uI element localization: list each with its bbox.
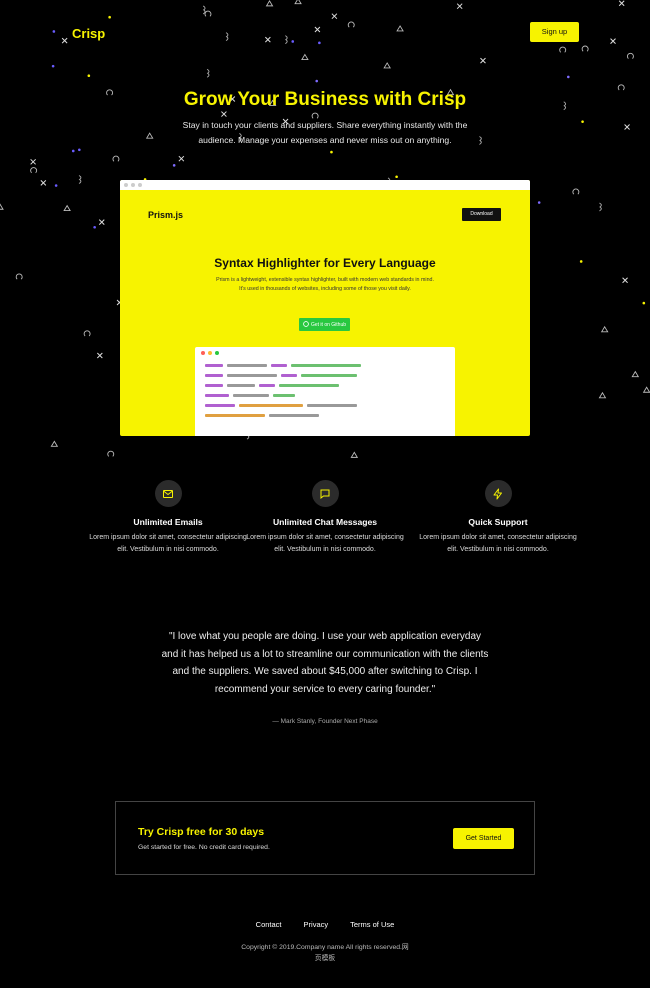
footer-link-terms[interactable]: Terms of Use bbox=[350, 920, 394, 929]
code-window-dots bbox=[195, 347, 455, 359]
feature-unlimited-emails: Unlimited Emails Lorem ipsum dolor sit a… bbox=[83, 480, 253, 556]
feature-text: Lorem ipsum dolor sit amet, consectetur … bbox=[246, 534, 404, 553]
browser-dot bbox=[138, 183, 142, 187]
get-started-button[interactable]: Get Started bbox=[453, 828, 514, 849]
feature-unlimited-chat: Unlimited Chat Messages Lorem ipsum dolo… bbox=[240, 480, 410, 556]
feature-text: Lorem ipsum dolor sit amet, consectetur … bbox=[89, 534, 247, 553]
cta-subtitle: Get started for free. No credit card req… bbox=[138, 844, 270, 851]
landing-page: Crisp Sign up Grow Your Business with Cr… bbox=[0, 0, 650, 988]
mockup-github-label: Get it on Github bbox=[310, 321, 347, 328]
mockup-title: Syntax Highlighter for Every Language bbox=[214, 256, 436, 270]
code-line bbox=[205, 362, 455, 369]
window-maximize-dot bbox=[215, 351, 219, 355]
hero-title: Grow Your Business with Crisp bbox=[183, 89, 467, 110]
code-window bbox=[195, 347, 455, 436]
lightning-icon bbox=[484, 480, 512, 507]
hero-subtitle: Stay in touch your clients and suppliers… bbox=[182, 120, 468, 145]
browser-dot bbox=[131, 183, 135, 187]
product-mockup: Prism.js Download Syntax Highlighter for… bbox=[120, 180, 530, 436]
window-minimize-dot bbox=[208, 351, 212, 355]
footer-link-privacy[interactable]: Privacy bbox=[304, 920, 329, 929]
feature-quick-support: Quick Support Lorem ipsum dolor sit amet… bbox=[413, 480, 583, 556]
github-icon bbox=[303, 320, 309, 329]
mockup-logo: Prism.js bbox=[148, 210, 184, 220]
code-line bbox=[205, 412, 455, 419]
footer-nav: Contact Privacy Terms of Use bbox=[0, 920, 650, 929]
browser-bar bbox=[120, 180, 530, 190]
cta-box: Try Crisp free for 30 days Get started f… bbox=[115, 801, 535, 875]
code-line bbox=[205, 392, 455, 399]
code-line bbox=[205, 402, 455, 409]
feature-title: Unlimited Emails bbox=[133, 517, 203, 527]
feature-text: Lorem ipsum dolor sit amet, consectetur … bbox=[419, 534, 577, 553]
signup-button[interactable]: Sign up bbox=[530, 22, 579, 42]
testimonial-quote: "I love what you people are doing. I use… bbox=[161, 631, 489, 695]
window-close-dot bbox=[201, 351, 205, 355]
site-logo[interactable]: Crisp bbox=[72, 26, 105, 41]
chat-icon bbox=[311, 480, 339, 507]
code-line bbox=[205, 382, 455, 389]
browser-dot bbox=[124, 183, 128, 187]
mockup-github-button: Get it on Github bbox=[299, 318, 350, 331]
footer-link-contact[interactable]: Contact bbox=[256, 920, 282, 929]
feature-title: Quick Support bbox=[468, 517, 528, 527]
feature-title: Unlimited Chat Messages bbox=[272, 517, 378, 527]
mail-icon bbox=[154, 480, 182, 507]
mockup-download-button: Download bbox=[462, 208, 501, 221]
copyright: Copyright © 2019.Company name All rights… bbox=[241, 944, 409, 962]
cta-title: Try Crisp free for 30 days bbox=[138, 826, 265, 838]
code-line bbox=[205, 372, 455, 379]
testimonial-author: — Mark Stanly, Founder Next Phase bbox=[272, 718, 378, 725]
mockup-description: Prism is a lightweight, extensible synta… bbox=[216, 277, 434, 292]
